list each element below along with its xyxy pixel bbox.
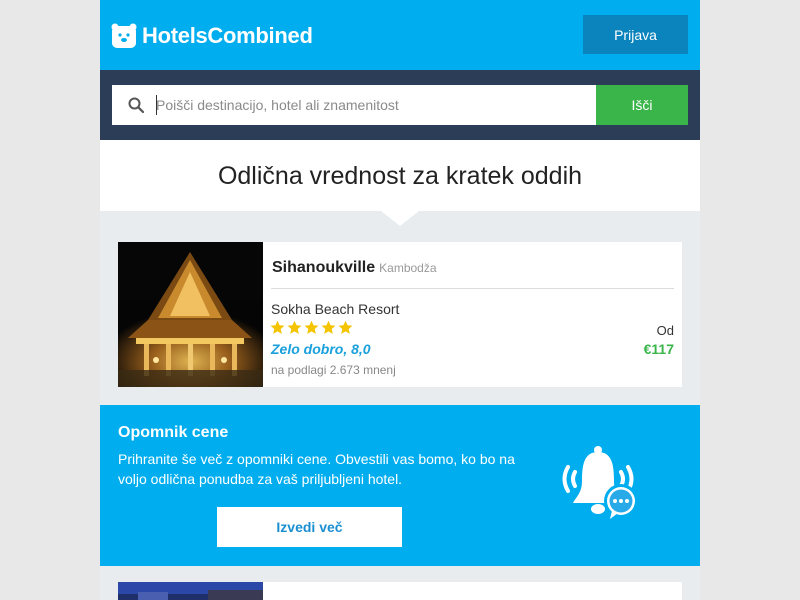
star-icon: [321, 320, 336, 334]
star-rating: [270, 320, 353, 335]
search-icon: [128, 97, 144, 113]
search-bar: Išči: [100, 70, 700, 140]
divider: [271, 288, 674, 289]
bell-icon: [562, 446, 638, 519]
deal-card[interactable]: Sihanoukville Kambodža Sokha Beach Resort…: [118, 242, 682, 387]
hotel-image: [118, 242, 263, 387]
price-from-label: Od: [656, 323, 674, 338]
section-title: Odlična vrednost za kratek oddih: [217, 162, 583, 190]
price: €117: [643, 341, 674, 357]
hotel-name: Sokha Beach Resort: [271, 301, 400, 317]
destination-city: Sihanoukville Kambodža: [272, 259, 437, 277]
hotel-image-next: [118, 582, 263, 600]
section-pointer: [381, 211, 419, 226]
review-count: na podlagi 2.673 mnenj: [271, 363, 396, 377]
deal-card-next[interactable]: [118, 582, 682, 600]
logo[interactable]: HotelsCombined: [111, 22, 313, 50]
login-button[interactable]: Prijava: [583, 15, 688, 54]
price-alert-title: Opomnik cene: [118, 424, 229, 441]
search-input[interactable]: [156, 85, 586, 125]
bear-logo-icon: [111, 23, 137, 48]
logo-text: HotelsCombined: [142, 23, 313, 48]
search-button[interactable]: Išči: [596, 85, 688, 125]
section-header: Odlična vrednost za kratek oddih: [100, 140, 700, 211]
country-name: Kambodža: [379, 261, 437, 275]
text-cursor: [156, 95, 157, 115]
star-icon: [338, 320, 353, 334]
star-icon: [270, 320, 285, 334]
price-alert-banner: Opomnik cene Prihranite še več z opomnik…: [100, 405, 700, 566]
city-name: Sihanoukville: [272, 259, 376, 276]
star-icon: [304, 320, 319, 334]
header: HotelsCombined Prijava: [100, 0, 700, 70]
learn-more-button[interactable]: Izvedi več: [217, 507, 402, 547]
star-icon: [287, 320, 302, 334]
review-rating: Zelo dobro, 8,0: [271, 341, 371, 357]
page: HotelsCombined Prijava Išči Odlična vred…: [100, 0, 700, 600]
price-alert-text: Prihranite še več z opomniki cene. Obves…: [118, 451, 515, 487]
search-box[interactable]: [112, 85, 596, 125]
